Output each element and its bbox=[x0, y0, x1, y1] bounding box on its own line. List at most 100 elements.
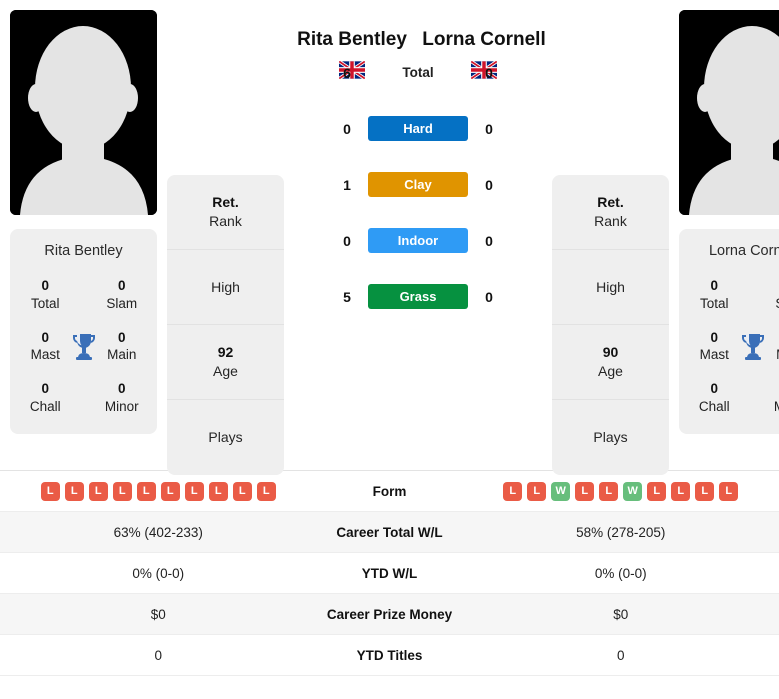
right-player-cell: $0 bbox=[613, 606, 629, 622]
stat-value: 0 bbox=[41, 381, 49, 397]
form-badge-l[interactable]: L bbox=[184, 481, 204, 501]
right-score: 0 bbox=[485, 232, 493, 249]
right-player-info-card: Ret. Rank High 90 Age Plays bbox=[552, 175, 669, 475]
score-row-indoor: 0 Indoor 0 bbox=[284, 213, 552, 269]
form-badge-l[interactable]: L bbox=[112, 481, 132, 501]
info-label: Age bbox=[213, 363, 238, 379]
form-badge-l[interactable]: L bbox=[527, 481, 547, 501]
table-row: 0 YTD Titles 0 bbox=[0, 635, 779, 676]
head-to-head-scoreboard: Rita Bentley Lorna Cornell 6 Total 0 0 H… bbox=[284, 10, 552, 325]
left-player-name: Rita Bentley bbox=[297, 29, 407, 50]
score-row-grass: 5 Grass 0 bbox=[284, 269, 552, 325]
stat-chall: 0 Chall bbox=[20, 380, 70, 416]
stat-label: Minor bbox=[104, 399, 139, 415]
info-rank: Ret. Rank bbox=[552, 175, 669, 250]
surface-badge-clay[interactable]: Clay bbox=[368, 172, 468, 198]
left-score: 0 bbox=[343, 120, 351, 137]
stat-value: 0 bbox=[118, 381, 126, 397]
info-plays: Plays bbox=[167, 400, 284, 475]
surface-badge-indoor[interactable]: Indoor bbox=[368, 228, 468, 254]
info-value: 92 bbox=[217, 344, 234, 361]
stat-slam: 0 Slam bbox=[97, 277, 147, 313]
titles-row: 0 Mast 0 Main bbox=[16, 329, 151, 365]
stat-label: Slam bbox=[106, 295, 138, 311]
stat-row-label: Career Total W/L bbox=[336, 524, 443, 540]
surface-score-rows: 6 Total 0 0 Hard 0 1 Clay 0 0 Indoor 0 5 Grass 0 bbox=[284, 45, 552, 325]
info-label: Age bbox=[598, 363, 623, 379]
stat-label: Slam bbox=[766, 295, 779, 313]
left-player-column: Rita Bentley 0 Total 0 Slam 0 Mast 0 Mai… bbox=[0, 10, 167, 434]
surface-label-wrap: Indoor bbox=[368, 228, 468, 254]
surface-label-wrap: Hard bbox=[368, 116, 468, 142]
info-label: Plays bbox=[208, 429, 243, 446]
form-badge-l[interactable]: L bbox=[64, 481, 84, 501]
left-score: 6 bbox=[343, 64, 351, 81]
stat-label: Chall bbox=[698, 399, 730, 415]
score-row-hard: 0 Hard 0 bbox=[284, 101, 552, 157]
stat-label: Minor bbox=[766, 398, 779, 416]
stat-main: 0 Main bbox=[766, 329, 779, 365]
trophy-icon bbox=[70, 332, 96, 361]
form-badge-l[interactable]: L bbox=[503, 481, 523, 501]
left-player-cell: $0 bbox=[150, 606, 166, 622]
stat-label: Mast bbox=[699, 347, 729, 363]
table-row: 0% (0-0) YTD W/L 0% (0-0) bbox=[0, 553, 779, 594]
stat-row-label: YTD W/L bbox=[361, 565, 418, 581]
form-badge-l[interactable]: L bbox=[40, 481, 60, 501]
right-score: 0 bbox=[485, 120, 493, 137]
right-player-column: Lorna Cornell 0 Total 0 Slam 0 Mast bbox=[669, 10, 779, 434]
form-badge-l[interactable]: L bbox=[136, 481, 156, 501]
surface-label-wrap: Total bbox=[368, 64, 468, 82]
form-badge-l[interactable]: L bbox=[647, 481, 667, 501]
stat-label: Total bbox=[30, 295, 60, 311]
right-player-cell: LLWLLWLLLL bbox=[485, 481, 758, 501]
left-score: 1 bbox=[343, 176, 351, 193]
info-high: High bbox=[167, 250, 284, 325]
form-badge-l[interactable]: L bbox=[671, 481, 691, 501]
stat-value: 0 bbox=[710, 278, 718, 293]
right-score: 0 bbox=[485, 64, 493, 81]
form-badge-l[interactable]: L bbox=[695, 481, 715, 501]
info-value: 90 bbox=[602, 344, 619, 361]
right-player-avatar[interactable] bbox=[679, 10, 779, 215]
left-player-info-column: Ret. Rank High 92 Age Plays bbox=[167, 10, 284, 475]
form-badge-l[interactable]: L bbox=[232, 481, 252, 501]
surface-label-wrap: Grass bbox=[368, 284, 468, 310]
right-player-titles-card: Lorna Cornell 0 Total 0 Slam 0 Mast bbox=[679, 229, 779, 434]
left-player-avatar[interactable] bbox=[10, 10, 157, 215]
player-comparison-header: Rita Bentley 0 Total 0 Slam 0 Mast 0 Mai… bbox=[0, 0, 779, 475]
surface-badge-hard[interactable]: Hard bbox=[368, 116, 468, 142]
info-label: High bbox=[596, 278, 625, 295]
stat-value: 0 bbox=[710, 329, 718, 345]
right-form-badges: LLWLLWLLLL bbox=[503, 481, 739, 501]
table-row: L L L L L L L L L L Form L L W L L W L L L L bbox=[0, 471, 779, 512]
person-silhouette-icon bbox=[679, 10, 779, 215]
stat-mast: 0 Mast bbox=[689, 329, 739, 365]
form-badge-l[interactable]: L bbox=[599, 481, 619, 501]
form-badge-l[interactable]: L bbox=[208, 481, 228, 501]
left-form-badges: LLLLLLLLLL bbox=[40, 481, 276, 501]
form-badge-l[interactable]: L bbox=[256, 481, 276, 501]
info-value: Ret. bbox=[597, 194, 624, 211]
right-score: 0 bbox=[485, 288, 493, 305]
comparison-stat-table: L L L L L L L L L L Form L L W L L W L L L L 63% (402-233) Car… bbox=[0, 470, 779, 676]
form-badge-l[interactable]: L bbox=[160, 481, 180, 501]
table-row: 63% (402-233) Career Total W/L 58% (278-20… bbox=[0, 512, 779, 553]
stat-value: 0 bbox=[766, 329, 779, 347]
form-badge-w[interactable]: W bbox=[623, 481, 643, 501]
surface-badge-grass[interactable]: Grass bbox=[368, 284, 468, 310]
titles-row: 0 Total 0 Slam bbox=[685, 277, 779, 313]
stat-total: 0 Total bbox=[689, 277, 739, 313]
form-badge-w[interactable]: W bbox=[551, 481, 571, 501]
info-plays: Plays bbox=[552, 400, 669, 475]
left-player-info-card: Ret. Rank High 92 Age Plays bbox=[167, 175, 284, 475]
form-badge-l[interactable]: L bbox=[719, 481, 739, 501]
right-player-name: Lorna Cornell bbox=[422, 29, 546, 50]
left-player-cell: 0 bbox=[154, 647, 162, 663]
form-badge-l[interactable]: L bbox=[88, 481, 108, 501]
stat-mast: 0 Mast bbox=[20, 329, 70, 365]
stat-row-label: Career Prize Money bbox=[326, 606, 453, 622]
form-badge-l[interactable]: L bbox=[575, 481, 595, 501]
info-label: High bbox=[211, 278, 240, 295]
left-player-cell: LLLLLLLLLL bbox=[22, 481, 295, 501]
